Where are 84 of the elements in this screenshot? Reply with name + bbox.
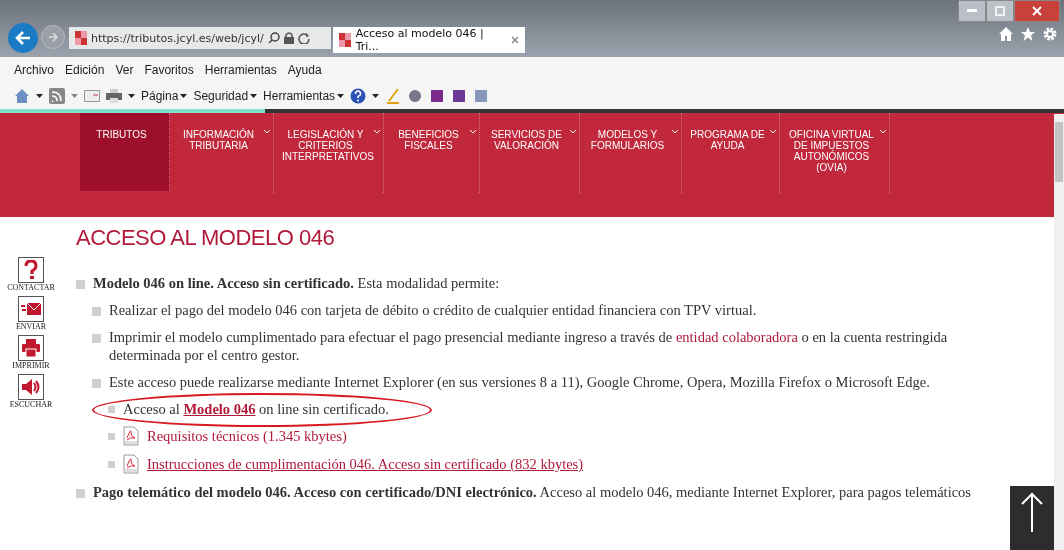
caret-icon[interactable] (372, 94, 380, 98)
home-icon[interactable] (14, 88, 30, 104)
site-logo-icon (339, 33, 351, 47)
nav-item[interactable]: INFORMACIÓN TRIBUTARIA (170, 113, 274, 193)
page-title: ACCESO AL MODELO 046 (76, 225, 336, 251)
envelope-icon (21, 302, 41, 316)
link[interactable]: Modelo 046 (183, 401, 256, 417)
menu-item[interactable]: Edición (65, 63, 105, 77)
lock-icon (283, 32, 294, 44)
bullet (76, 280, 85, 289)
menu-item[interactable]: Herramientas (204, 63, 277, 77)
pdf-file-icon (123, 426, 139, 446)
caret-icon[interactable] (128, 94, 135, 98)
refresh-icon[interactable] (297, 32, 310, 44)
command-menu[interactable]: Seguridad (193, 89, 258, 103)
close-icon (1032, 6, 1042, 16)
nav-item[interactable]: OFICINA VIRTUAL DE IMPUESTOS AUTONÓMICOS (OVIA) (780, 113, 890, 193)
menu-item[interactable]: Favoritos (144, 63, 194, 77)
back-button[interactable] (8, 23, 38, 53)
nav-item[interactable]: SERVICIOS DE VALORACIÓN (480, 113, 580, 193)
list-item-text: Acceso al Modelo 046 on line sin certificado. (123, 400, 389, 418)
tool-button[interactable]: CONTACTAR (7, 257, 55, 292)
home-icon[interactable] (998, 26, 1014, 42)
bullet (92, 334, 101, 343)
add-on-icon[interactable] (407, 88, 424, 104)
maximize-icon (995, 6, 1005, 16)
star-icon[interactable] (1020, 26, 1036, 42)
settings-icon[interactable] (1042, 26, 1058, 42)
nav-item[interactable]: PROGRAMA DE AYUDA (682, 113, 780, 193)
nav-item[interactable]: LEGISLACIÓN Y CRITERIOS INTERPRETATIVOS (274, 113, 384, 193)
printer-icon[interactable] (106, 89, 122, 103)
back-to-top-button[interactable] (1010, 486, 1054, 550)
list-item-text: Realizar el pago del modelo 046 con tarjeta de débito o crédito de cualquier entidad financiera con TPV virtual. (109, 301, 757, 319)
close-icon[interactable] (511, 36, 519, 44)
search-icon[interactable] (267, 32, 280, 44)
bullet (76, 489, 85, 498)
nav-item[interactable]: TRIBUTOS (80, 113, 170, 191)
link[interactable]: Instrucciones de cumplimentación 046. Acceso sin certificado (832 kbytes) (147, 456, 584, 472)
caret-icon (337, 94, 345, 98)
close-button[interactable] (1014, 0, 1060, 22)
bullet (92, 379, 101, 388)
nav-item[interactable]: BENEFICIOS FISCALES (384, 113, 480, 193)
feed-icon[interactable] (49, 88, 65, 104)
list-item-text: Pago telemático del modelo 046. Acceso con certificado/DNI electrónico. Acceso al modelo 046, mediante Internet Explorer, para pagos telemáticos (93, 483, 971, 501)
link[interactable]: entidad colaboradora (675, 329, 798, 345)
nav-item[interactable]: MODELOS Y FORMULARIOS (580, 113, 682, 193)
link[interactable]: Requisitos técnicos (1.345 kbytes) (147, 428, 347, 444)
forward-arrow-icon (48, 32, 58, 42)
printer-icon (22, 339, 40, 357)
list-item-text: Este acceso puede realizarse mediante Internet Explorer (en sus versiones 8 a 11), Google Chrome, Opera, Mozilla Firefox o Microsoft Edge. (109, 373, 930, 391)
question-mark-icon (24, 260, 38, 280)
site-logo-icon (75, 31, 87, 45)
menu-item[interactable]: Archivo (14, 63, 54, 77)
bullet (108, 406, 115, 413)
url-text: https://tributos.jcyl.es/web/jcyl/ (91, 31, 264, 45)
list-item-text: Modelo 046 on line. Acceso sin certificado. Esta modalidad permite: (93, 274, 500, 292)
maximize-button[interactable] (986, 0, 1014, 22)
help-icon[interactable] (350, 88, 367, 104)
list-item-text: Imprimir el modelo cumplimentado para efectuar el pago presencial mediante ingreso a través de entidad colaboradora o en la cuenta restringida determinada por el centro gestor. (109, 328, 949, 364)
pdf-file-icon (123, 454, 139, 474)
caret-icon (180, 94, 188, 98)
add-on-icon[interactable] (429, 88, 446, 104)
minimize-button[interactable] (958, 0, 986, 22)
caret-icon[interactable] (36, 94, 43, 98)
minimize-icon (967, 9, 977, 13)
add-on-icon[interactable] (451, 88, 468, 104)
browser-tab[interactable]: Acceso al modelo 046 | Tri... (333, 27, 525, 53)
scrollbar[interactable] (1054, 114, 1064, 550)
menu-item[interactable]: Ayuda (287, 63, 322, 77)
bullet (92, 307, 101, 316)
bullet (108, 461, 115, 468)
command-menu[interactable]: Herramientas (263, 89, 345, 103)
back-arrow-icon (15, 31, 31, 45)
bullet (108, 433, 115, 440)
menu-item[interactable]: Ver (115, 63, 134, 77)
pen-icon[interactable] (385, 88, 402, 104)
tool-button[interactable]: ESCUCHAR (9, 374, 53, 409)
command-menu[interactable]: Página (141, 89, 188, 103)
mail-icon[interactable] (84, 90, 100, 102)
speaker-icon (21, 378, 41, 396)
caret-icon (250, 94, 258, 98)
address-bar[interactable]: https://tributos.jcyl.es/web/jcyl/ (69, 27, 331, 49)
up-arrow-icon (1020, 492, 1044, 532)
forward-button[interactable] (41, 25, 65, 49)
